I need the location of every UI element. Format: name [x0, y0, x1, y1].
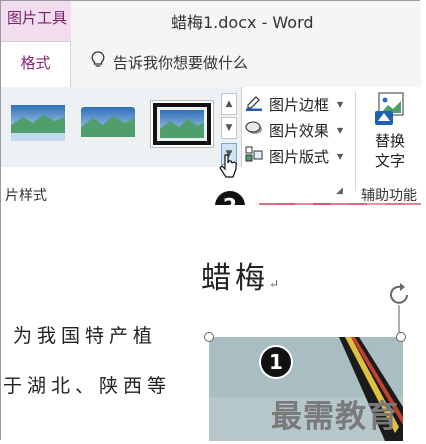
picture-effects-button[interactable]: 图片效果 ▼: [245, 119, 343, 141]
ribbon-tab-row: 格式 告诉我你想要做什么: [1, 41, 421, 88]
resize-handle[interactable]: [204, 332, 214, 342]
pencil-border-icon: [245, 93, 263, 115]
group-divider: [355, 91, 356, 191]
lightbulb-icon: [91, 51, 105, 73]
picture-style-thumb-selected[interactable]: [153, 103, 211, 145]
tell-me-label: 告诉我你想要做什么: [113, 53, 249, 72]
title-bar: 图片工具 蜡梅1.docx - Word: [1, 1, 421, 45]
resize-handle[interactable]: [396, 332, 406, 342]
picture-styles-gallery: ▲ ▼ ▼: [1, 87, 242, 167]
layout-icon: [245, 145, 263, 167]
picture-style-thumb[interactable]: [79, 103, 137, 145]
body-line-2: 于湖北、陕西等: [3, 375, 172, 397]
picture-border-button[interactable]: 图片边框 ▼: [245, 93, 343, 115]
ribbon-format-panel: ▲ ▼ ▼ 图片边框 ▼ 图片效果 ▼ 图片版式 ▼ 替换 文字 片样式 ◢ 辅…: [1, 87, 421, 206]
chevron-down-icon: ▼: [337, 151, 344, 161]
accessibility-group-label: 辅助功能: [361, 188, 417, 204]
document-page[interactable]: 蜡梅↵ 为我国特产植 于湖北、陕西等 1 最需教育: [1, 205, 421, 441]
replace-text-label-line1: 替换: [374, 132, 405, 150]
word-window: 图片工具 蜡梅1.docx - Word 格式 告诉我你想要做什么 ▲ ▼ ▼ …: [0, 0, 421, 441]
picture-layout-button[interactable]: 图片版式 ▼: [245, 145, 343, 167]
document-heading: 蜡梅↵: [201, 253, 279, 297]
gallery-scroll-down-button[interactable]: ▼: [221, 117, 237, 139]
callout-badge-1: 1: [259, 345, 293, 379]
effects-icon: [245, 119, 263, 141]
replace-text-icon: [361, 91, 419, 131]
paragraph-mark: ↵: [269, 277, 280, 291]
tell-me-search[interactable]: 告诉我你想要做什么: [91, 51, 248, 73]
picture-styles-group-label: 片样式: [5, 188, 47, 204]
body-line-1: 为我国特产植: [13, 325, 158, 347]
replace-text-label-line2: 文字: [374, 152, 405, 170]
mouse-cursor-icon: [219, 153, 239, 183]
replace-text-button[interactable]: 替换 文字: [361, 91, 419, 177]
picture-tools-context-label: 图片工具: [1, 1, 71, 41]
picture-style-thumb[interactable]: [9, 103, 67, 145]
document-title: 蜡梅1.docx - Word: [171, 13, 314, 32]
watermark: 最需教育: [271, 399, 399, 435]
picture-effects-label: 图片效果: [269, 121, 330, 140]
picture-border-label: 图片边框: [269, 95, 330, 114]
dialog-launcher-icon[interactable]: ◢: [336, 187, 345, 196]
chevron-down-icon: ▼: [337, 99, 344, 109]
picture-layout-label: 图片版式: [269, 147, 330, 166]
chevron-down-icon: ▼: [337, 125, 344, 135]
gallery-scroll-up-button[interactable]: ▲: [221, 93, 237, 115]
heading-text: 蜡梅: [201, 261, 269, 296]
tab-format[interactable]: 格式: [1, 41, 71, 88]
